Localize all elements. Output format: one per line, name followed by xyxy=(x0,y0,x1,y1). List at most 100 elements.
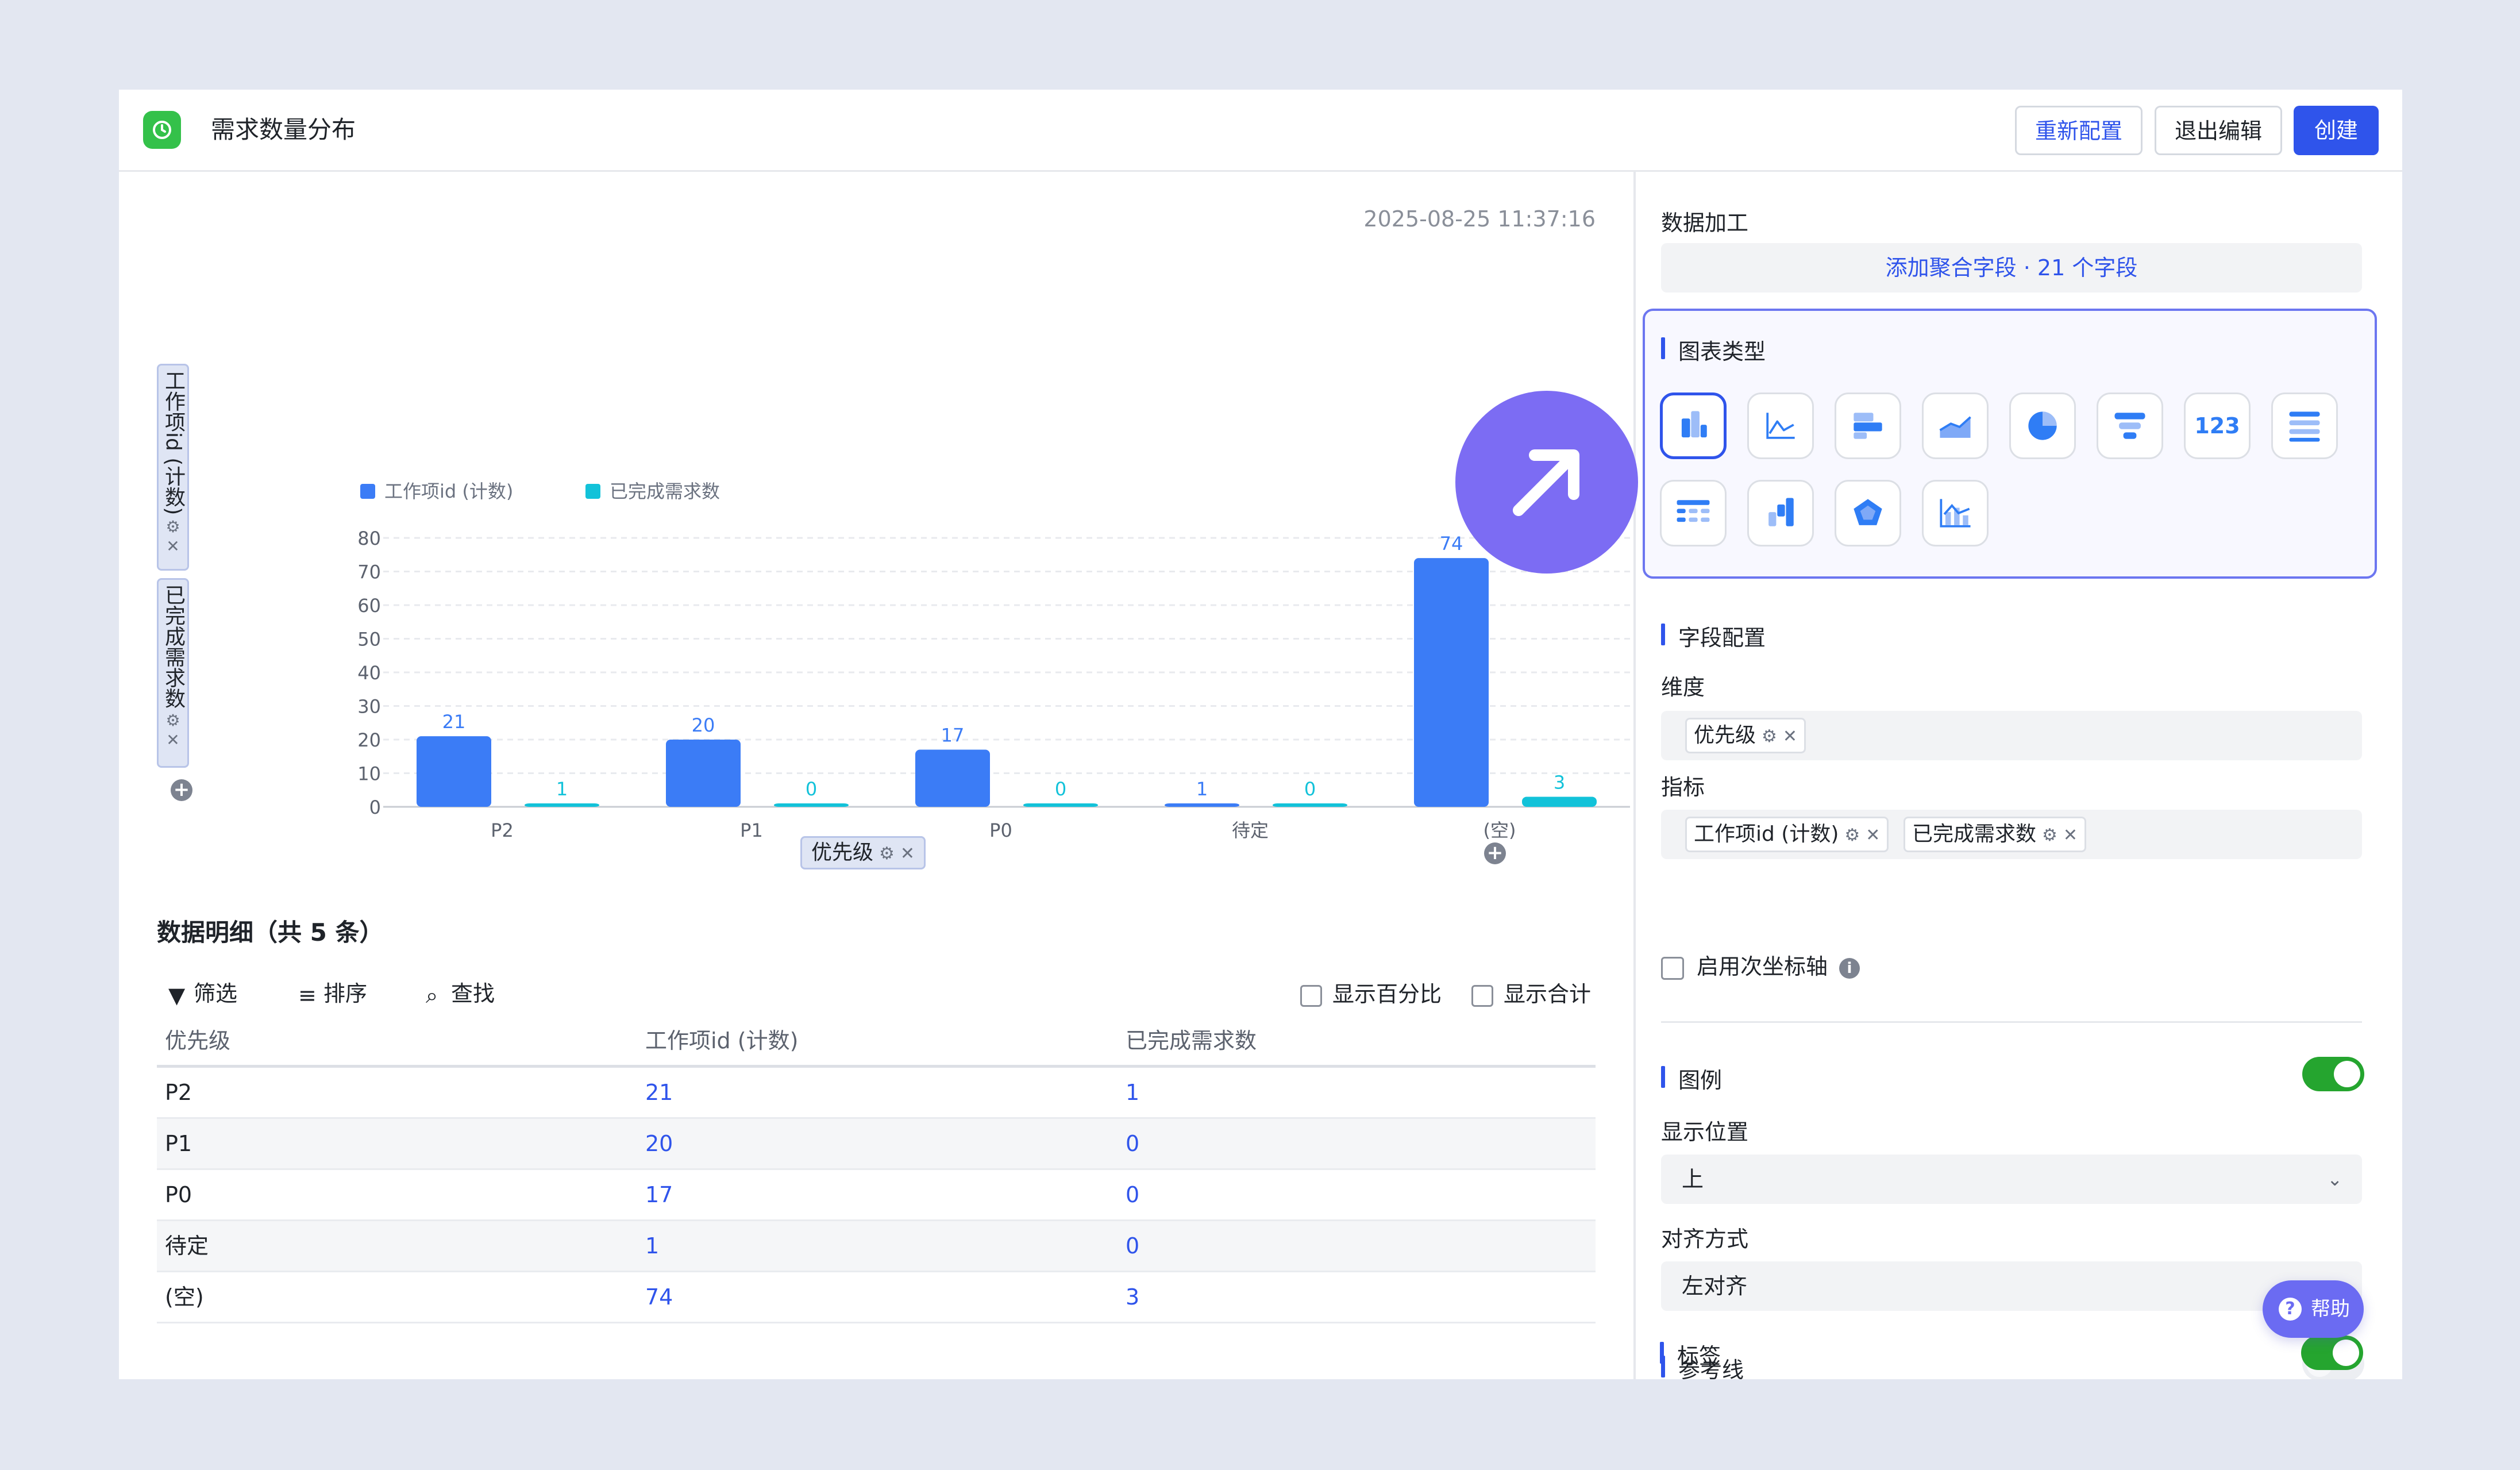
metric-tag-completed[interactable]: 已完成需求数 ⚙ ✕ xyxy=(1904,817,2087,852)
add-aggregate-field-button[interactable]: 添加聚合字段 · 21 个字段 xyxy=(1661,243,2362,293)
bar xyxy=(774,803,849,807)
chart-type-section: 图表类型 123 xyxy=(1643,309,2377,579)
checkbox-box[interactable] xyxy=(1661,956,1684,980)
timestamp: 2025-08-25 11:37:16 xyxy=(1363,206,1596,232)
y-field-label: 工作项id (计数) xyxy=(161,370,185,515)
gear-icon[interactable]: ⚙ xyxy=(165,711,180,730)
close-icon[interactable]: ✕ xyxy=(1783,726,1797,746)
combo-chart-icon[interactable] xyxy=(1922,480,1989,547)
y-tick-label: 20 xyxy=(357,729,381,751)
filter-button[interactable]: ▼ 筛选 xyxy=(168,976,237,1013)
table-row: P2 21 1 xyxy=(157,1068,1596,1119)
line-chart-icon[interactable] xyxy=(1747,392,1814,459)
table-row: 待定 1 0 xyxy=(157,1221,1596,1272)
x-tick-label: P2 xyxy=(491,819,514,841)
y-field-chip-count[interactable]: 工作项id (计数) ⚙ ✕ xyxy=(157,364,189,571)
waterfall-icon[interactable] xyxy=(1747,480,1814,547)
exit-edit-button[interactable]: 退出编辑 xyxy=(2155,106,2282,155)
list-table-icon[interactable] xyxy=(2271,392,2338,459)
bar xyxy=(1165,803,1239,807)
cell-completed[interactable]: 0 xyxy=(1126,1170,1139,1219)
position-select[interactable]: 上 ⌄ xyxy=(1661,1155,2362,1204)
cell-count[interactable]: 17 xyxy=(645,1170,673,1219)
divider xyxy=(1661,1021,2362,1023)
toggle-knob xyxy=(2334,1061,2360,1087)
find-button[interactable]: ⌕ 查找 xyxy=(426,976,495,1013)
header-bar: 需求数量分布 重新配置 退出编辑 创建 xyxy=(119,90,2402,172)
column-header[interactable]: 优先级 xyxy=(165,1017,230,1065)
y-tick-label: 10 xyxy=(357,763,381,785)
cell-completed[interactable]: 0 xyxy=(1126,1119,1139,1168)
cell-count[interactable]: 20 xyxy=(645,1119,673,1168)
y-tick-label: 0 xyxy=(369,796,381,818)
cell-count[interactable]: 21 xyxy=(645,1068,673,1117)
dimension-tag[interactable]: 优先级 ⚙ ✕ xyxy=(1685,718,1806,753)
table-row: P1 20 0 xyxy=(157,1119,1596,1170)
dimension-field-box[interactable]: 优先级 ⚙ ✕ xyxy=(1661,711,2362,760)
info-icon[interactable]: i xyxy=(1839,957,1860,979)
gear-icon[interactable]: ⚙ xyxy=(879,844,895,864)
bar xyxy=(417,736,491,807)
secondary-axis-checkbox[interactable]: 启用次坐标轴 i xyxy=(1661,953,1860,980)
expand-arrow-icon[interactable] xyxy=(1455,391,1638,574)
table-row: P0 17 0 xyxy=(157,1170,1596,1221)
add-x-field-icon[interactable]: + xyxy=(1484,842,1506,864)
bar-chart-svg: 工作项id (计数) 已完成需求数01020304050607080211P220… xyxy=(357,480,1630,841)
data-label: 3 xyxy=(1554,771,1565,793)
add-y-field-icon[interactable]: + xyxy=(171,779,192,801)
funnel-icon[interactable] xyxy=(2097,392,2163,459)
metric-field-box[interactable]: 工作项id (计数) ⚙ ✕ 已完成需求数 ⚙ ✕ xyxy=(1661,810,2362,859)
close-icon[interactable]: ✕ xyxy=(166,537,179,556)
data-label: 1 xyxy=(556,778,568,800)
number-card-icon[interactable]: 123 xyxy=(2184,392,2251,459)
show-total-checkbox[interactable]: 显示合计 xyxy=(1471,982,1591,1007)
gear-icon[interactable]: ⚙ xyxy=(2042,825,2057,845)
bar-chart-icon[interactable] xyxy=(1660,392,1727,459)
gear-icon[interactable]: ⚙ xyxy=(1844,825,1860,845)
show-percent-checkbox[interactable]: 显示百分比 xyxy=(1300,982,1442,1007)
cell-completed[interactable]: 1 xyxy=(1126,1068,1139,1117)
help-button[interactable]: ? 帮助 xyxy=(2263,1280,2364,1338)
cell-completed[interactable]: 3 xyxy=(1126,1272,1139,1322)
x-tick-label: P0 xyxy=(989,819,1012,841)
close-icon[interactable]: ✕ xyxy=(1866,825,1880,845)
cell-count[interactable]: 1 xyxy=(645,1221,659,1271)
sort-button[interactable]: ≡ 排序 xyxy=(298,976,367,1013)
toggle-knob xyxy=(2333,1340,2359,1366)
bar xyxy=(1023,803,1098,807)
filter-icon: ▼ xyxy=(168,982,186,1008)
column-header[interactable]: 工作项id (计数) xyxy=(645,1017,798,1065)
metric-tag-count[interactable]: 工作项id (计数) ⚙ ✕ xyxy=(1685,817,1889,852)
chart-type-title: 图表类型 xyxy=(1661,334,1766,365)
pivot-table-icon[interactable] xyxy=(1660,480,1727,547)
bar xyxy=(1273,803,1347,807)
cell-count[interactable]: 74 xyxy=(645,1272,673,1322)
legend-toggle[interactable] xyxy=(2302,1057,2364,1091)
y-field-chip-completed[interactable]: 已完成需求数 ⚙ ✕ xyxy=(157,578,189,768)
y-tick-label: 80 xyxy=(357,528,381,549)
gear-icon[interactable]: ⚙ xyxy=(165,517,180,536)
checkbox-box[interactable] xyxy=(1471,984,1493,1007)
horizontal-bar-icon[interactable] xyxy=(1835,392,1901,459)
area-chart-icon[interactable] xyxy=(1922,392,1989,459)
sort-icon: ≡ xyxy=(298,982,317,1008)
y-tick-label: 30 xyxy=(357,696,381,718)
close-icon[interactable]: ✕ xyxy=(900,844,915,864)
create-button[interactable]: 创建 xyxy=(2294,106,2379,155)
align-select[interactable]: 左对齐⌄ xyxy=(1661,1261,2362,1311)
radar-icon[interactable] xyxy=(1835,480,1901,547)
x-field-chip[interactable]: 优先级 ⚙ ✕ xyxy=(800,836,926,869)
pie-chart-icon[interactable] xyxy=(2009,392,2076,459)
label-toggle[interactable] xyxy=(2301,1336,2363,1370)
legend-swatch xyxy=(585,484,600,499)
cell-completed[interactable]: 0 xyxy=(1126,1221,1139,1271)
reconfigure-button[interactable]: 重新配置 xyxy=(2015,106,2143,155)
close-icon[interactable]: ✕ xyxy=(166,730,179,749)
cell-priority: P1 xyxy=(165,1131,192,1156)
gear-icon[interactable]: ⚙ xyxy=(1762,726,1777,746)
column-header[interactable]: 已完成需求数 xyxy=(1126,1017,1257,1065)
chevron-down-icon: ⌄ xyxy=(2327,1168,2342,1190)
checkbox-box[interactable] xyxy=(1300,984,1322,1007)
close-icon[interactable]: ✕ xyxy=(2063,825,2078,845)
bar xyxy=(1414,558,1489,807)
